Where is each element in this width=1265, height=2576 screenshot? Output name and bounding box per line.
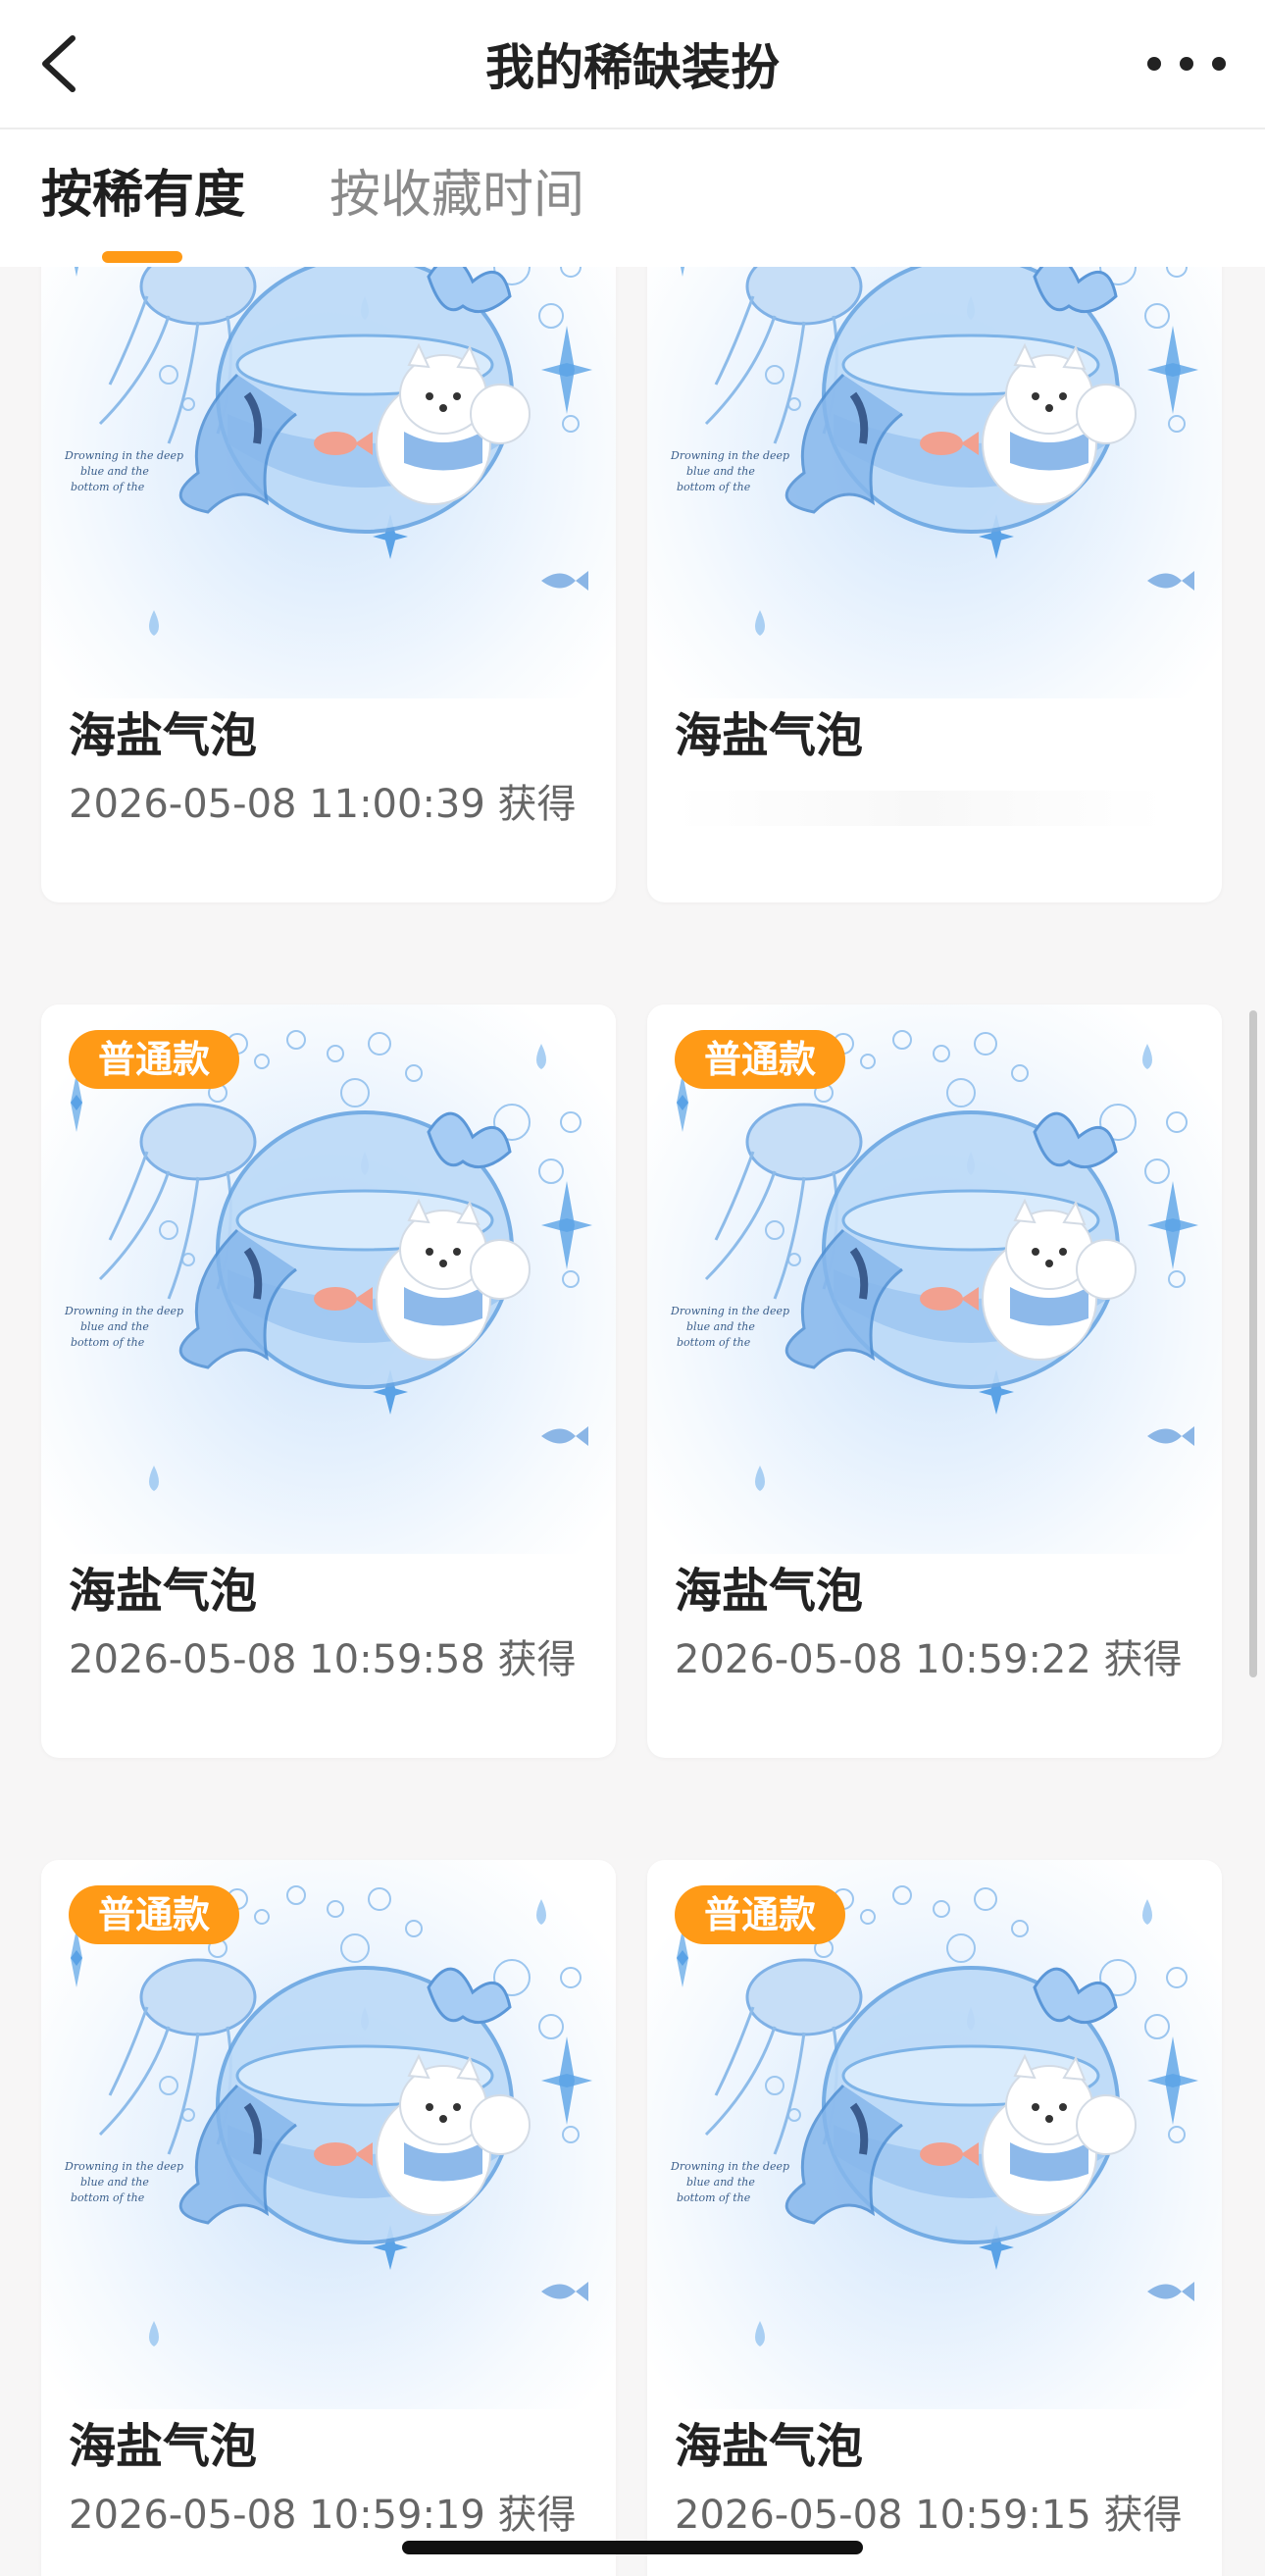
more-dot xyxy=(1180,57,1193,71)
art-caption-line: Drowning in the deep xyxy=(670,449,789,462)
art-caption-line: bottom of the xyxy=(71,2191,145,2204)
item-name: 海盐气泡 xyxy=(69,1564,258,1619)
art-caption-line: Drowning in the deep xyxy=(670,2160,789,2173)
art-caption-line: blue and the xyxy=(686,465,755,478)
obtained-time-placeholder xyxy=(675,791,1165,826)
active-tab-indicator xyxy=(102,251,182,263)
collection-card[interactable]: Drowning in the deep blue and the bottom… xyxy=(647,1860,1222,2576)
tab-by-rarity[interactable]: 按稀有度 xyxy=(41,161,245,230)
tab-by-collect-time[interactable]: 按收藏时间 xyxy=(329,161,584,230)
art-caption-line: bottom of the xyxy=(71,1336,145,1349)
top-nav-bar: 我的稀缺装扮 xyxy=(0,0,1265,129)
collection-card[interactable]: Drowning in the deep blue and the bottom… xyxy=(41,267,616,902)
sort-tabs: 按稀有度 按收藏时间 xyxy=(0,129,1265,267)
item-artwork: Drowning in the deep blue and the bottom… xyxy=(647,267,1222,698)
item-grid: Drowning in the deep blue and the bottom… xyxy=(0,267,1265,2576)
art-caption-line: Drowning in the deep xyxy=(64,449,183,462)
obtained-time: 2026-05-08 10:59:15 获得 xyxy=(675,2493,1183,2538)
item-name: 海盐气泡 xyxy=(675,2419,864,2474)
art-caption-line: bottom of the xyxy=(677,1336,751,1349)
jellyfish-fishbowl-illustration: Drowning in the deep blue and the bottom… xyxy=(64,267,592,636)
item-name: 海盐气泡 xyxy=(69,708,258,763)
item-artwork: Drowning in the deep blue and the bottom… xyxy=(41,267,616,698)
art-caption-line: blue and the xyxy=(80,2176,149,2189)
jellyfish-fishbowl-illustration: Drowning in the deep blue and the bottom… xyxy=(670,267,1198,636)
rarity-badge: 普通款 xyxy=(69,1885,240,1944)
more-dot xyxy=(1212,57,1226,71)
art-caption-line: blue and the xyxy=(80,465,149,478)
art-caption-line: bottom of the xyxy=(677,2191,751,2204)
art-caption-line: bottom of the xyxy=(677,481,751,493)
page-title: 我的稀缺装扮 xyxy=(485,39,780,96)
home-indicator xyxy=(402,2541,863,2554)
obtained-time: 2026-05-08 11:00:39 获得 xyxy=(69,782,577,827)
obtained-time: 2026-05-08 10:59:22 获得 xyxy=(675,1637,1183,1682)
obtained-time: 2026-05-08 10:59:58 获得 xyxy=(69,1637,577,1682)
art-caption-line: Drowning in the deep xyxy=(64,2160,183,2173)
art-caption-line: blue and the xyxy=(80,1320,149,1333)
more-options-button[interactable] xyxy=(1147,39,1226,88)
more-dot xyxy=(1147,57,1161,71)
item-name: 海盐气泡 xyxy=(675,1564,864,1619)
art-caption-line: Drowning in the deep xyxy=(670,1305,789,1317)
collection-card[interactable]: Drowning in the deep blue and the bottom… xyxy=(647,267,1222,902)
rarity-badge: 普通款 xyxy=(675,1885,846,1944)
scrollbar[interactable] xyxy=(1249,1010,1257,1677)
collection-card[interactable]: Drowning in the deep blue and the bottom… xyxy=(41,1005,616,1758)
rarity-badge: 普通款 xyxy=(69,1030,240,1089)
collection-card[interactable]: Drowning in the deep blue and the bottom… xyxy=(647,1005,1222,1758)
art-caption-line: bottom of the xyxy=(71,481,145,493)
art-caption-line: blue and the xyxy=(686,1320,755,1333)
art-caption-line: Drowning in the deep xyxy=(64,1305,183,1317)
item-name: 海盐气泡 xyxy=(69,2419,258,2474)
item-name: 海盐气泡 xyxy=(675,708,864,763)
obtained-time: 2026-05-08 10:59:19 获得 xyxy=(69,2493,577,2538)
rarity-badge: 普通款 xyxy=(675,1030,846,1089)
collection-card[interactable]: Drowning in the deep blue and the bottom… xyxy=(41,1860,616,2576)
art-caption-line: blue and the xyxy=(686,2176,755,2189)
